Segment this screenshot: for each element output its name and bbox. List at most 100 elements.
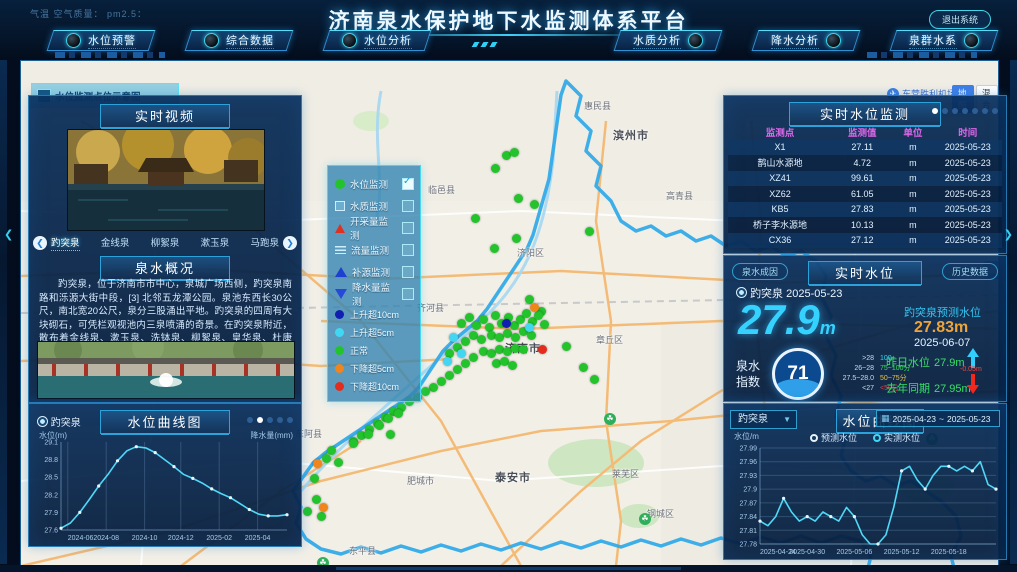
monitoring-station-marker[interactable] [317,512,326,521]
pagination-dot[interactable] [992,108,998,114]
monitoring-station-marker[interactable] [312,495,321,504]
spring-tab-趵突泉[interactable]: 趵突泉 [51,235,80,251]
monitoring-station-marker[interactable] [579,363,588,372]
monitoring-station-marker[interactable] [510,148,519,157]
monitoring-station-marker[interactable] [429,383,438,392]
legend-checkbox[interactable] [402,266,414,278]
monitoring-station-marker[interactable] [443,357,452,366]
legend-checkbox[interactable] [402,244,414,256]
monitoring-station-marker[interactable] [469,353,478,362]
table-row[interactable]: 鹊山水源地4.72m2025-05-23 [728,155,1002,171]
monitoring-station-marker[interactable] [421,387,430,396]
table-row[interactable]: X127.11m2025-05-23 [728,140,1002,156]
legend-checkbox[interactable] [402,288,414,300]
table-row[interactable]: XZ6261.05m2025-05-23 [728,186,1002,202]
edge-prev-arrow[interactable]: ❮ [4,228,13,241]
monitoring-station-marker[interactable] [530,303,539,312]
monitoring-station-marker[interactable] [445,371,454,380]
legend-item-流量监测[interactable]: 流量监测 [335,239,414,261]
monitoring-station-marker[interactable] [394,409,403,418]
nav-button-综合数据[interactable]: 综合数据 [188,30,290,51]
nav-button-降水分析[interactable]: 降水分析 [755,30,857,51]
legend-checkbox[interactable] [402,200,414,212]
monitoring-station-marker[interactable] [322,454,331,463]
monitoring-station-marker[interactable] [386,430,395,439]
monitoring-station-marker[interactable] [511,333,520,342]
pagination-dot[interactable] [982,108,988,114]
monitoring-station-marker[interactable] [310,474,319,483]
table-row[interactable]: KB527.83m2025-05-23 [728,202,1002,218]
monitoring-station-marker[interactable] [490,244,499,253]
pagination-dot[interactable] [942,108,948,114]
monitoring-station-marker[interactable] [349,439,358,448]
monitoring-station-marker[interactable] [525,323,534,332]
monitoring-station-marker[interactable] [461,359,470,368]
nav-button-泉群水系[interactable]: 泉群水系 [893,30,995,51]
monitoring-station-marker[interactable] [457,349,466,358]
spring-origin-button[interactable]: 泉水成因 [732,263,788,280]
edge-next-arrow[interactable]: ❯ [1004,228,1013,241]
station-dropdown[interactable]: 趵突泉▼ [730,410,797,429]
monitoring-station-marker[interactable] [319,503,328,512]
monitoring-station-marker[interactable] [437,377,446,386]
spring-tab-柳絮泉[interactable]: 柳絮泉 [151,235,180,251]
monitoring-station-marker[interactable] [512,234,521,243]
legend-forecast[interactable]: 预测水位 [810,431,857,444]
nav-button-水位分析[interactable]: 水位分析 [326,30,428,51]
monitoring-station-marker[interactable] [514,194,523,203]
spring-tab-金线泉[interactable]: 金线泉 [101,235,130,251]
table-row[interactable]: 桥子李水源地10.13m2025-05-23 [728,217,1002,233]
legend-item-降水量监测[interactable]: 降水量监测 [335,283,414,305]
spring-tab-马跑泉[interactable]: 马跑泉 [250,235,279,251]
pagination-dot[interactable] [287,417,293,423]
monitoring-station-marker[interactable] [303,507,312,516]
monitoring-station-marker[interactable] [384,414,393,423]
monitoring-station-marker[interactable] [562,342,571,351]
monitoring-station-marker[interactable] [502,319,511,328]
spring-tab-漱玉泉[interactable]: 漱玉泉 [201,235,230,251]
monitoring-station-marker[interactable] [585,227,594,236]
pagination-dot[interactable] [277,417,283,423]
legend-item-开采量监测[interactable]: 开采量监测 [335,217,414,239]
nav-button-水位预警[interactable]: 水位预警 [50,30,152,51]
monitoring-station-marker[interactable] [590,375,599,384]
monitoring-station-marker[interactable] [491,164,500,173]
monitoring-station-marker[interactable] [449,333,458,342]
nav-button-水质分析[interactable]: 水质分析 [617,30,719,51]
exit-system-button[interactable]: 退出系统 [929,10,991,29]
pagination-dot[interactable] [962,108,968,114]
monitoring-station-marker[interactable] [540,320,549,329]
monitoring-station-marker[interactable] [530,200,539,209]
legend-checkbox[interactable] [402,178,414,190]
monitoring-station-marker[interactable] [477,335,486,344]
monitoring-station-marker[interactable] [534,311,543,320]
monitoring-station-marker[interactable] [508,361,517,370]
live-video-frame[interactable] [67,129,265,231]
monitoring-station-marker[interactable] [538,345,547,354]
pagination-dot[interactable] [267,417,273,423]
pagination-dot[interactable] [932,108,938,114]
history-data-button[interactable]: 历史数据 [942,263,998,280]
monitoring-station-marker[interactable] [471,214,480,223]
carousel-next-button[interactable]: ❯ [283,236,297,250]
left-chart-series-toggle[interactable]: 趵突泉 [37,414,81,429]
carousel-prev-button[interactable]: ❮ [33,236,47,250]
monitoring-station-marker[interactable] [461,337,470,346]
monitoring-station-marker[interactable] [375,421,384,430]
monitoring-station-marker[interactable] [457,319,466,328]
legend-measured[interactable]: 实测水位 [873,431,920,444]
pagination-dot[interactable] [972,108,978,114]
table-row[interactable]: XZ4199.61m2025-05-23 [728,171,1002,187]
legend-checkbox[interactable] [402,222,414,234]
pagination-dot[interactable] [952,108,958,114]
monitoring-station-marker[interactable] [364,430,373,439]
monitoring-station-marker[interactable] [313,459,322,468]
pagination-dot[interactable] [247,417,253,423]
monitoring-station-marker[interactable] [334,458,343,467]
table-row[interactable]: CX3627.12m2025-05-23 [728,233,1002,249]
monitoring-station-marker[interactable] [465,313,474,322]
pagination-dot[interactable] [257,417,263,423]
monitoring-station-marker[interactable] [453,365,462,374]
monitoring-station-marker[interactable] [519,345,528,354]
legend-item-水位监测[interactable]: 水位监测 [335,173,414,195]
